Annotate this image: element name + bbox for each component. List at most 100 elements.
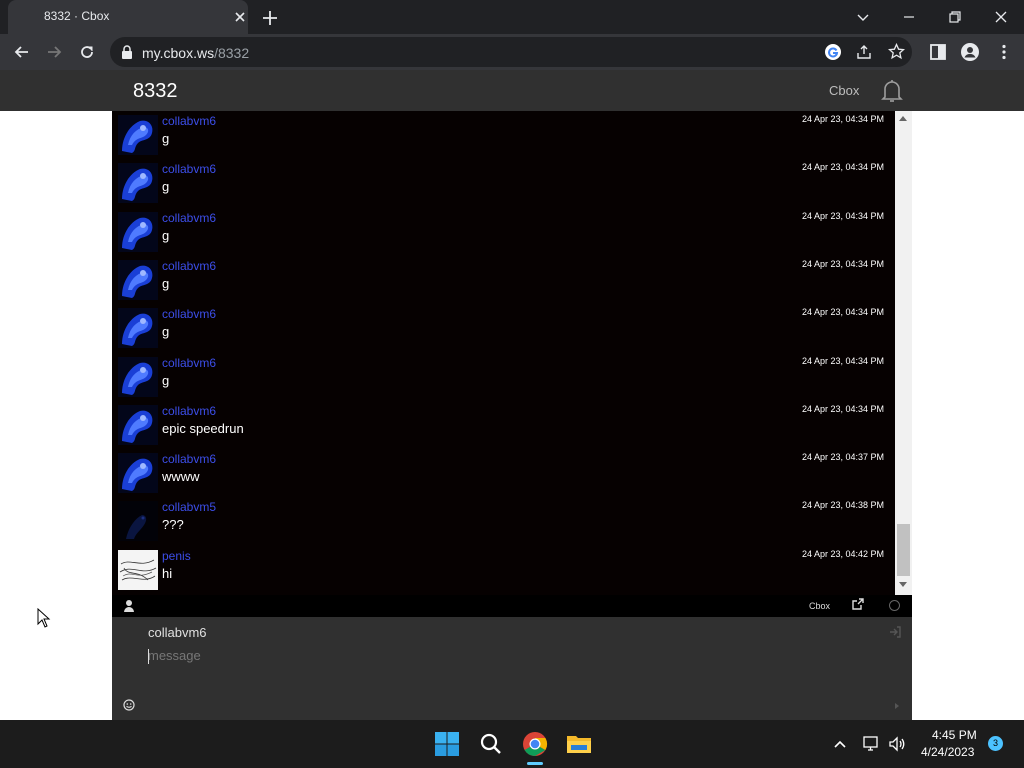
message-username[interactable]: collabvm6: [162, 259, 216, 273]
user-icon[interactable]: [123, 599, 135, 612]
notification-badge[interactable]: 3: [988, 736, 1003, 751]
message-text: g: [162, 227, 170, 243]
message-timestamp: 24 Apr 23, 04:34 PM: [801, 162, 884, 173]
avatar[interactable]: [118, 115, 158, 155]
message-list[interactable]: collabvm6 g 24 Apr 23, 04:34 PM collabvm6 g 2…: [112, 111, 895, 595]
message-compose-area: collabvm6 message: [112, 617, 912, 720]
avatar[interactable]: [118, 549, 158, 590]
search-icon[interactable]: [477, 730, 505, 758]
bookmark-star-icon[interactable]: [888, 43, 905, 60]
message-text: g: [162, 324, 170, 340]
message-username[interactable]: collabvm6: [162, 452, 216, 466]
message-username[interactable]: collabvm6: [162, 162, 216, 176]
message-text: g: [162, 131, 170, 146]
avatar[interactable]: [118, 404, 158, 445]
chevron-up-icon[interactable]: [832, 736, 848, 752]
network-icon[interactable]: [862, 735, 880, 753]
text-caret: [148, 649, 149, 664]
volume-icon[interactable]: [888, 735, 906, 753]
chat-message: penis hi 24 Apr 23, 04:42 PM: [112, 549, 895, 595]
message-text: wwww: [162, 469, 200, 485]
message-username[interactable]: collabvm6: [162, 211, 216, 225]
cbox-footer-link[interactable]: Cbox: [809, 601, 830, 611]
tab-search-icon[interactable]: [852, 6, 874, 28]
clock-date[interactable]: 4/24/2023: [921, 745, 974, 759]
url-path: /8332: [214, 45, 250, 61]
address-bar[interactable]: my.cbox.ws/8332: [110, 37, 912, 67]
side-panel-icon[interactable]: [928, 42, 948, 62]
message-timestamp: 24 Apr 23, 04:34 PM: [801, 403, 884, 414]
message-timestamp: 24 Apr 23, 04:37 PM: [801, 452, 884, 463]
login-icon[interactable]: [889, 626, 901, 638]
new-tab-icon[interactable]: [260, 8, 280, 28]
message-input[interactable]: message: [148, 648, 848, 666]
message-timestamp: 24 Apr 23, 04:34 PM: [801, 355, 884, 366]
scroll-down-arrow[interactable]: [899, 582, 907, 587]
avatar[interactable]: [118, 356, 158, 397]
message-timestamp: 24 Apr 23, 04:34 PM: [801, 210, 884, 221]
lock-icon[interactable]: [121, 45, 133, 59]
chat-message: collabvm6 g 24 Apr 23, 04:34 PM: [112, 356, 895, 404]
google-lens-icon[interactable]: [824, 43, 842, 61]
windows-start-icon[interactable]: [433, 730, 461, 758]
restore-icon[interactable]: [944, 6, 966, 28]
message-text: g: [162, 275, 170, 291]
chat-message: collabvm6 g 24 Apr 23, 04:34 PM: [112, 307, 895, 355]
chrome-active-indicator: [527, 762, 543, 765]
minimize-icon[interactable]: [898, 6, 920, 28]
scrollbar[interactable]: [895, 111, 912, 595]
status-circle-icon: [889, 600, 900, 611]
avatar[interactable]: [118, 453, 158, 494]
scroll-up-arrow[interactable]: [899, 116, 907, 121]
message-username[interactable]: collabvm6: [162, 307, 216, 321]
message-username[interactable]: collabvm6: [162, 404, 216, 418]
browser-tab[interactable]: 8332 · Cbox: [8, 0, 248, 34]
chat-message: collabvm6 g 24 Apr 23, 04:34 PM: [112, 211, 895, 259]
clock-time[interactable]: 4:45 PM: [932, 728, 977, 742]
profile-icon[interactable]: [960, 42, 980, 62]
message-text: epic speedrun: [162, 420, 244, 436]
forward-icon[interactable]: [44, 42, 64, 62]
page-viewport: 8332 Cbox collabvm6 g 24 Apr 23, 04:34 PM c…: [0, 70, 1024, 720]
mouse-cursor-icon: [37, 608, 51, 628]
avatar[interactable]: [118, 211, 158, 252]
tab-title: 8332 · Cbox: [44, 9, 110, 23]
menu-dots-icon[interactable]: [994, 42, 1014, 62]
send-icon[interactable]: [895, 703, 899, 709]
close-window-icon[interactable]: [990, 6, 1012, 28]
close-tab-icon[interactable]: [232, 9, 248, 25]
message-username[interactable]: penis: [162, 549, 191, 563]
chat-message: collabvm6 g 24 Apr 23, 04:34 PM: [112, 259, 895, 307]
chat-box: collabvm6 g 24 Apr 23, 04:34 PM collabvm6 g 2…: [112, 111, 912, 720]
chat-message: collabvm6 g 24 Apr 23, 04:34 PM: [112, 114, 895, 162]
popout-icon[interactable]: [852, 598, 864, 610]
emoji-icon[interactable]: [123, 699, 135, 711]
avatar[interactable]: [118, 501, 158, 542]
back-icon[interactable]: [12, 42, 32, 62]
message-timestamp: 24 Apr 23, 04:34 PM: [801, 307, 884, 318]
scroll-thumb[interactable]: [897, 524, 910, 576]
chat-message: collabvm5??? 24 Apr 23, 04:38 PM: [112, 500, 895, 548]
file-explorer-icon[interactable]: [565, 730, 593, 758]
message-username[interactable]: collabvm6: [162, 114, 216, 128]
avatar[interactable]: [118, 259, 158, 300]
message-username[interactable]: collabvm5: [162, 500, 216, 514]
chat-toolbar: Cbox: [112, 595, 912, 617]
reload-icon[interactable]: [77, 42, 97, 62]
message-timestamp: 24 Apr 23, 04:38 PM: [801, 500, 884, 511]
avatar[interactable]: [118, 308, 158, 349]
bell-icon[interactable]: [880, 78, 904, 104]
page-title: 8332: [133, 80, 178, 102]
chat-message: collabvm6 wwww 24 Apr 23, 04:37 PM: [112, 452, 895, 500]
chat-message: collabvm6 g 24 Apr 23, 04:34 PM: [112, 162, 895, 210]
browser-toolbar: my.cbox.ws/8332: [0, 34, 1024, 70]
chrome-icon[interactable]: [521, 730, 549, 758]
share-icon[interactable]: [856, 44, 872, 60]
message-text: g: [162, 179, 170, 195]
message-timestamp: 24 Apr 23, 04:34 PM: [801, 114, 884, 124]
message-timestamp: 24 Apr 23, 04:42 PM: [801, 548, 884, 559]
message-username[interactable]: collabvm6: [162, 356, 216, 370]
cbox-link[interactable]: Cbox: [829, 83, 859, 98]
avatar[interactable]: [118, 163, 158, 204]
name-field[interactable]: collabvm6: [148, 625, 207, 640]
